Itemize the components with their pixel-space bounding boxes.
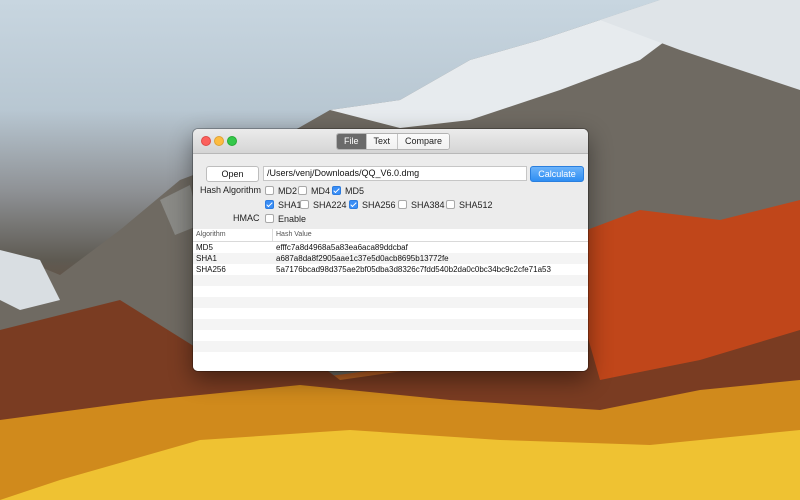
checkbox-label: SHA224: [313, 199, 347, 210]
title-bar[interactable]: File Text Compare: [193, 129, 588, 154]
tab-compare[interactable]: Compare: [398, 134, 450, 149]
table-body: MD5 efffc7a8d4968a5a83ea6aca89ddcbaf SHA…: [193, 242, 588, 363]
file-path-field[interactable]: /Users/venj/Downloads/QQ_V6.0.dmg: [263, 166, 527, 181]
sha1-checkbox[interactable]: SHA1: [265, 199, 302, 210]
empty-row: [193, 308, 588, 319]
hash-cell: a687a8da8f2905aae1c37e5d0acb8695b13772fe: [276, 254, 449, 263]
checkbox-box: [398, 200, 407, 209]
checkbox-label: SHA256: [362, 199, 396, 210]
file-panel: Open /Users/venj/Downloads/QQ_V6.0.dmg C…: [193, 154, 588, 371]
table-row[interactable]: SHA1 a687a8da8f2905aae1c37e5d0acb8695b13…: [193, 253, 588, 264]
hash-cell: 5a7176bcad98d375ae2bf05dba3d8326c7fdd540…: [276, 265, 551, 274]
sha512-checkbox[interactable]: SHA512: [446, 199, 493, 210]
sha256-checkbox[interactable]: SHA256: [349, 199, 396, 210]
hash-algorithm-label: Hash Algorithm: [200, 185, 262, 195]
hash-app-window: File Text Compare Open /Users/venj/Downl…: [193, 129, 588, 371]
column-header-hash-value[interactable]: Hash Value: [273, 229, 312, 241]
checkbox-box: [300, 200, 309, 209]
md5-checkbox[interactable]: MD5: [332, 185, 364, 196]
table-header: Algorithm Hash Value: [193, 229, 588, 242]
algorithm-cell: MD5: [196, 243, 213, 252]
checkbox-label: MD2: [278, 185, 298, 196]
empty-row: [193, 286, 588, 297]
checkbox-label: MD5: [345, 185, 365, 196]
checkbox-box: [265, 214, 274, 223]
checkbox-box: [265, 186, 274, 195]
md2-checkbox[interactable]: MD2: [265, 185, 297, 196]
close-window-button[interactable]: [201, 136, 211, 146]
checkmark-icon: [332, 186, 341, 195]
mode-tabs: File Text Compare: [336, 133, 451, 150]
empty-row: [193, 341, 588, 352]
tab-text[interactable]: Text: [366, 134, 399, 149]
checkbox-box: [446, 200, 455, 209]
checkbox-label: MD4: [311, 185, 331, 196]
column-header-algorithm[interactable]: Algorithm: [193, 229, 273, 241]
calculate-button[interactable]: Calculate: [530, 166, 584, 182]
zoom-window-button[interactable]: [227, 136, 237, 146]
checkbox-label: SHA1: [278, 199, 302, 210]
table-row[interactable]: MD5 efffc7a8d4968a5a83ea6aca89ddcbaf: [193, 242, 588, 253]
hmac-enable-checkbox[interactable]: Enable: [265, 213, 306, 224]
hash-cell: efffc7a8d4968a5a83ea6aca89ddcbaf: [276, 243, 408, 252]
empty-row: [193, 352, 588, 363]
checkmark-icon: [349, 200, 358, 209]
algorithm-cell: SHA1: [196, 254, 217, 263]
algorithm-cell: SHA256: [196, 265, 226, 274]
md4-checkbox[interactable]: MD4: [298, 185, 330, 196]
sha384-checkbox[interactable]: SHA384: [398, 199, 445, 210]
empty-row: [193, 297, 588, 308]
checkmark-icon: [265, 200, 274, 209]
table-row[interactable]: SHA256 5a7176bcad98d375ae2bf05dba3d8326c…: [193, 264, 588, 275]
checkbox-label: SHA512: [459, 199, 493, 210]
checkbox-box: [298, 186, 307, 195]
results-table[interactable]: Algorithm Hash Value MD5 efffc7a8d4968a5…: [193, 229, 588, 371]
empty-row: [193, 319, 588, 330]
empty-row: [193, 275, 588, 286]
hmac-label: HMAC: [233, 213, 260, 223]
open-file-button[interactable]: Open: [206, 166, 259, 182]
empty-row: [193, 330, 588, 341]
sha224-checkbox[interactable]: SHA224: [300, 199, 347, 210]
checkbox-label: SHA384: [411, 199, 445, 210]
tab-file[interactable]: File: [337, 134, 367, 149]
checkbox-label: Enable: [278, 213, 307, 224]
minimize-window-button[interactable]: [214, 136, 224, 146]
